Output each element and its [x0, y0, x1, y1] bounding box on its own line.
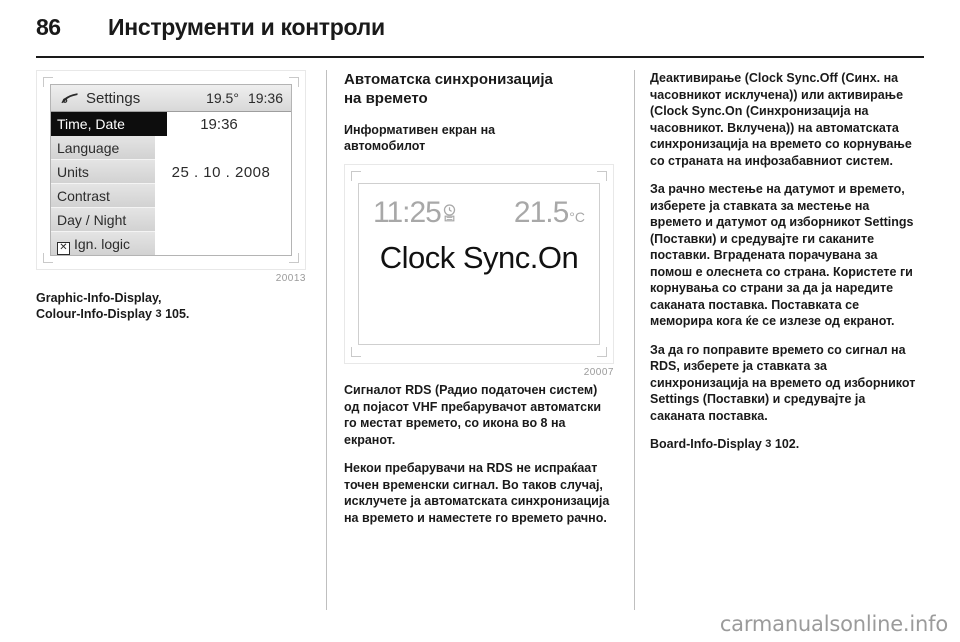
menu-item-ign-logic[interactable]: ✕ Ign. logic: [51, 232, 155, 255]
content-columns: Settings 19.5° 19:36 Time, Date Language…: [36, 70, 924, 610]
paragraph: Сигналот RDS (Радио податочен систем) од…: [344, 383, 602, 447]
corner-mark: [351, 171, 361, 181]
menu-item-contrast[interactable]: Contrast: [51, 184, 155, 208]
header-divider: [36, 56, 924, 58]
sub-heading-line-1: Информативен екран на: [344, 123, 496, 137]
corner-mark: [597, 347, 607, 357]
figure-number: 20007: [583, 367, 614, 378]
menu-item-day-night[interactable]: Day / Night: [51, 208, 155, 232]
value-date: 25 . 10 . 2008: [171, 164, 271, 181]
display-status-row: 11:25 21.5 °C: [373, 196, 585, 230]
corner-mark: [351, 347, 361, 357]
watermark: carmanualsonline.info: [719, 612, 948, 636]
page-title: Инструменти и контроли: [108, 14, 385, 40]
wrench-icon: [59, 90, 79, 106]
corner-mark: [597, 171, 607, 181]
menu-item-label: Ign. logic: [74, 236, 131, 252]
sub-heading-line-2: автомобилот: [344, 139, 426, 153]
figure-number: 20013: [275, 273, 306, 284]
cross-reference-label: Board-Info-Display: [650, 437, 762, 451]
board-info-display: 11:25 21.5 °C Clock Sync.On: [358, 183, 600, 345]
column-divider-2: [634, 70, 635, 610]
display-time: 11:25: [373, 196, 442, 229]
figure-settings-display: Settings 19.5° 19:36 Time, Date Language…: [36, 70, 308, 284]
figure-frame: Settings 19.5° 19:36 Time, Date Language…: [36, 70, 306, 270]
display-title: Settings: [86, 89, 141, 107]
page-number: 86: [36, 14, 61, 40]
display-temperature: 21.5 °C: [514, 196, 585, 230]
page-header: 86 Инструменти и контроли: [36, 14, 924, 54]
caption-line-1: Graphic-Info-Display,: [36, 291, 162, 305]
status-time: 19:36: [247, 90, 283, 106]
menu-item-label: Time, Date: [57, 116, 125, 132]
temperature-value: 21.5: [513, 196, 569, 229]
figure-clock-sync-display: 11:25 21.5 °C Clock Sync.On 20007: [344, 164, 616, 378]
manual-page: 86 Инструменти и контроли Settings 19.5°…: [0, 0, 960, 642]
checkbox-icon[interactable]: ✕: [57, 242, 70, 255]
column-divider-1: [326, 70, 327, 610]
cross-reference-page: 102.: [774, 437, 800, 451]
menu-item-units[interactable]: Units: [51, 160, 155, 184]
column-1: Settings 19.5° 19:36 Time, Date Language…: [36, 70, 308, 610]
arrow-icon: 3: [155, 308, 162, 320]
display-main-text: Clock Sync.On: [379, 240, 579, 275]
value-time: 19:36: [200, 116, 238, 133]
status-temperature: 19.5°: [206, 90, 239, 106]
temperature-unit: °C: [569, 209, 585, 225]
display-body: Time, Date Language Units Contrast Day /…: [51, 112, 291, 255]
display-status: 19.5° 19:36: [206, 90, 283, 106]
graphic-info-display: Settings 19.5° 19:36 Time, Date Language…: [50, 84, 292, 256]
paragraph: За да го поправите времето со сигнал на …: [650, 342, 916, 423]
section-heading: Автоматска синхронизација на времето: [344, 70, 616, 108]
caption-page: 105.: [165, 307, 190, 321]
column-3: Деактивирање (Clock Sync.Off (Синх. на ч…: [650, 70, 922, 610]
cross-reference[interactable]: Board-Info-Display 3 102.: [650, 436, 922, 453]
rds-clock-icon: [442, 204, 457, 222]
settings-values: 19:36 25 . 10 . 2008: [155, 112, 291, 255]
caption-line-2: Colour-Info-Display: [36, 307, 152, 321]
menu-item-time-date[interactable]: Time, Date: [51, 112, 167, 136]
menu-item-label: Contrast: [57, 188, 110, 204]
sub-heading: Информативен екран на автомобилот: [344, 122, 616, 154]
paragraph: Некои пребарувачи на RDS не испраќаат то…: [344, 461, 610, 525]
menu-item-label: Units: [57, 164, 89, 180]
menu-item-label: Day / Night: [57, 212, 127, 228]
settings-menu: Time, Date Language Units Contrast Day /…: [51, 112, 167, 255]
column-2: Автоматска синхронизација на времето Инф…: [344, 70, 616, 610]
paragraph: Деактивирање (Clock Sync.Off (Синх. на ч…: [650, 71, 912, 168]
figure-frame: 11:25 21.5 °C Clock Sync.On: [344, 164, 614, 364]
section-heading-line-1: Автоматска синхронизација: [344, 71, 553, 88]
display-titlebar: Settings 19.5° 19:36: [51, 85, 291, 112]
figure-caption: Graphic-Info-Display, Colour-Info-Displa…: [36, 290, 308, 322]
section-heading-line-2: на времето: [344, 90, 428, 107]
paragraph: За рачно местење на датумот и времето, и…: [650, 182, 914, 328]
arrow-icon: 3: [765, 438, 772, 450]
caption-reference[interactable]: 3 105.: [155, 307, 189, 321]
menu-item-label: Language: [57, 140, 120, 156]
menu-item-language[interactable]: Language: [51, 136, 155, 160]
